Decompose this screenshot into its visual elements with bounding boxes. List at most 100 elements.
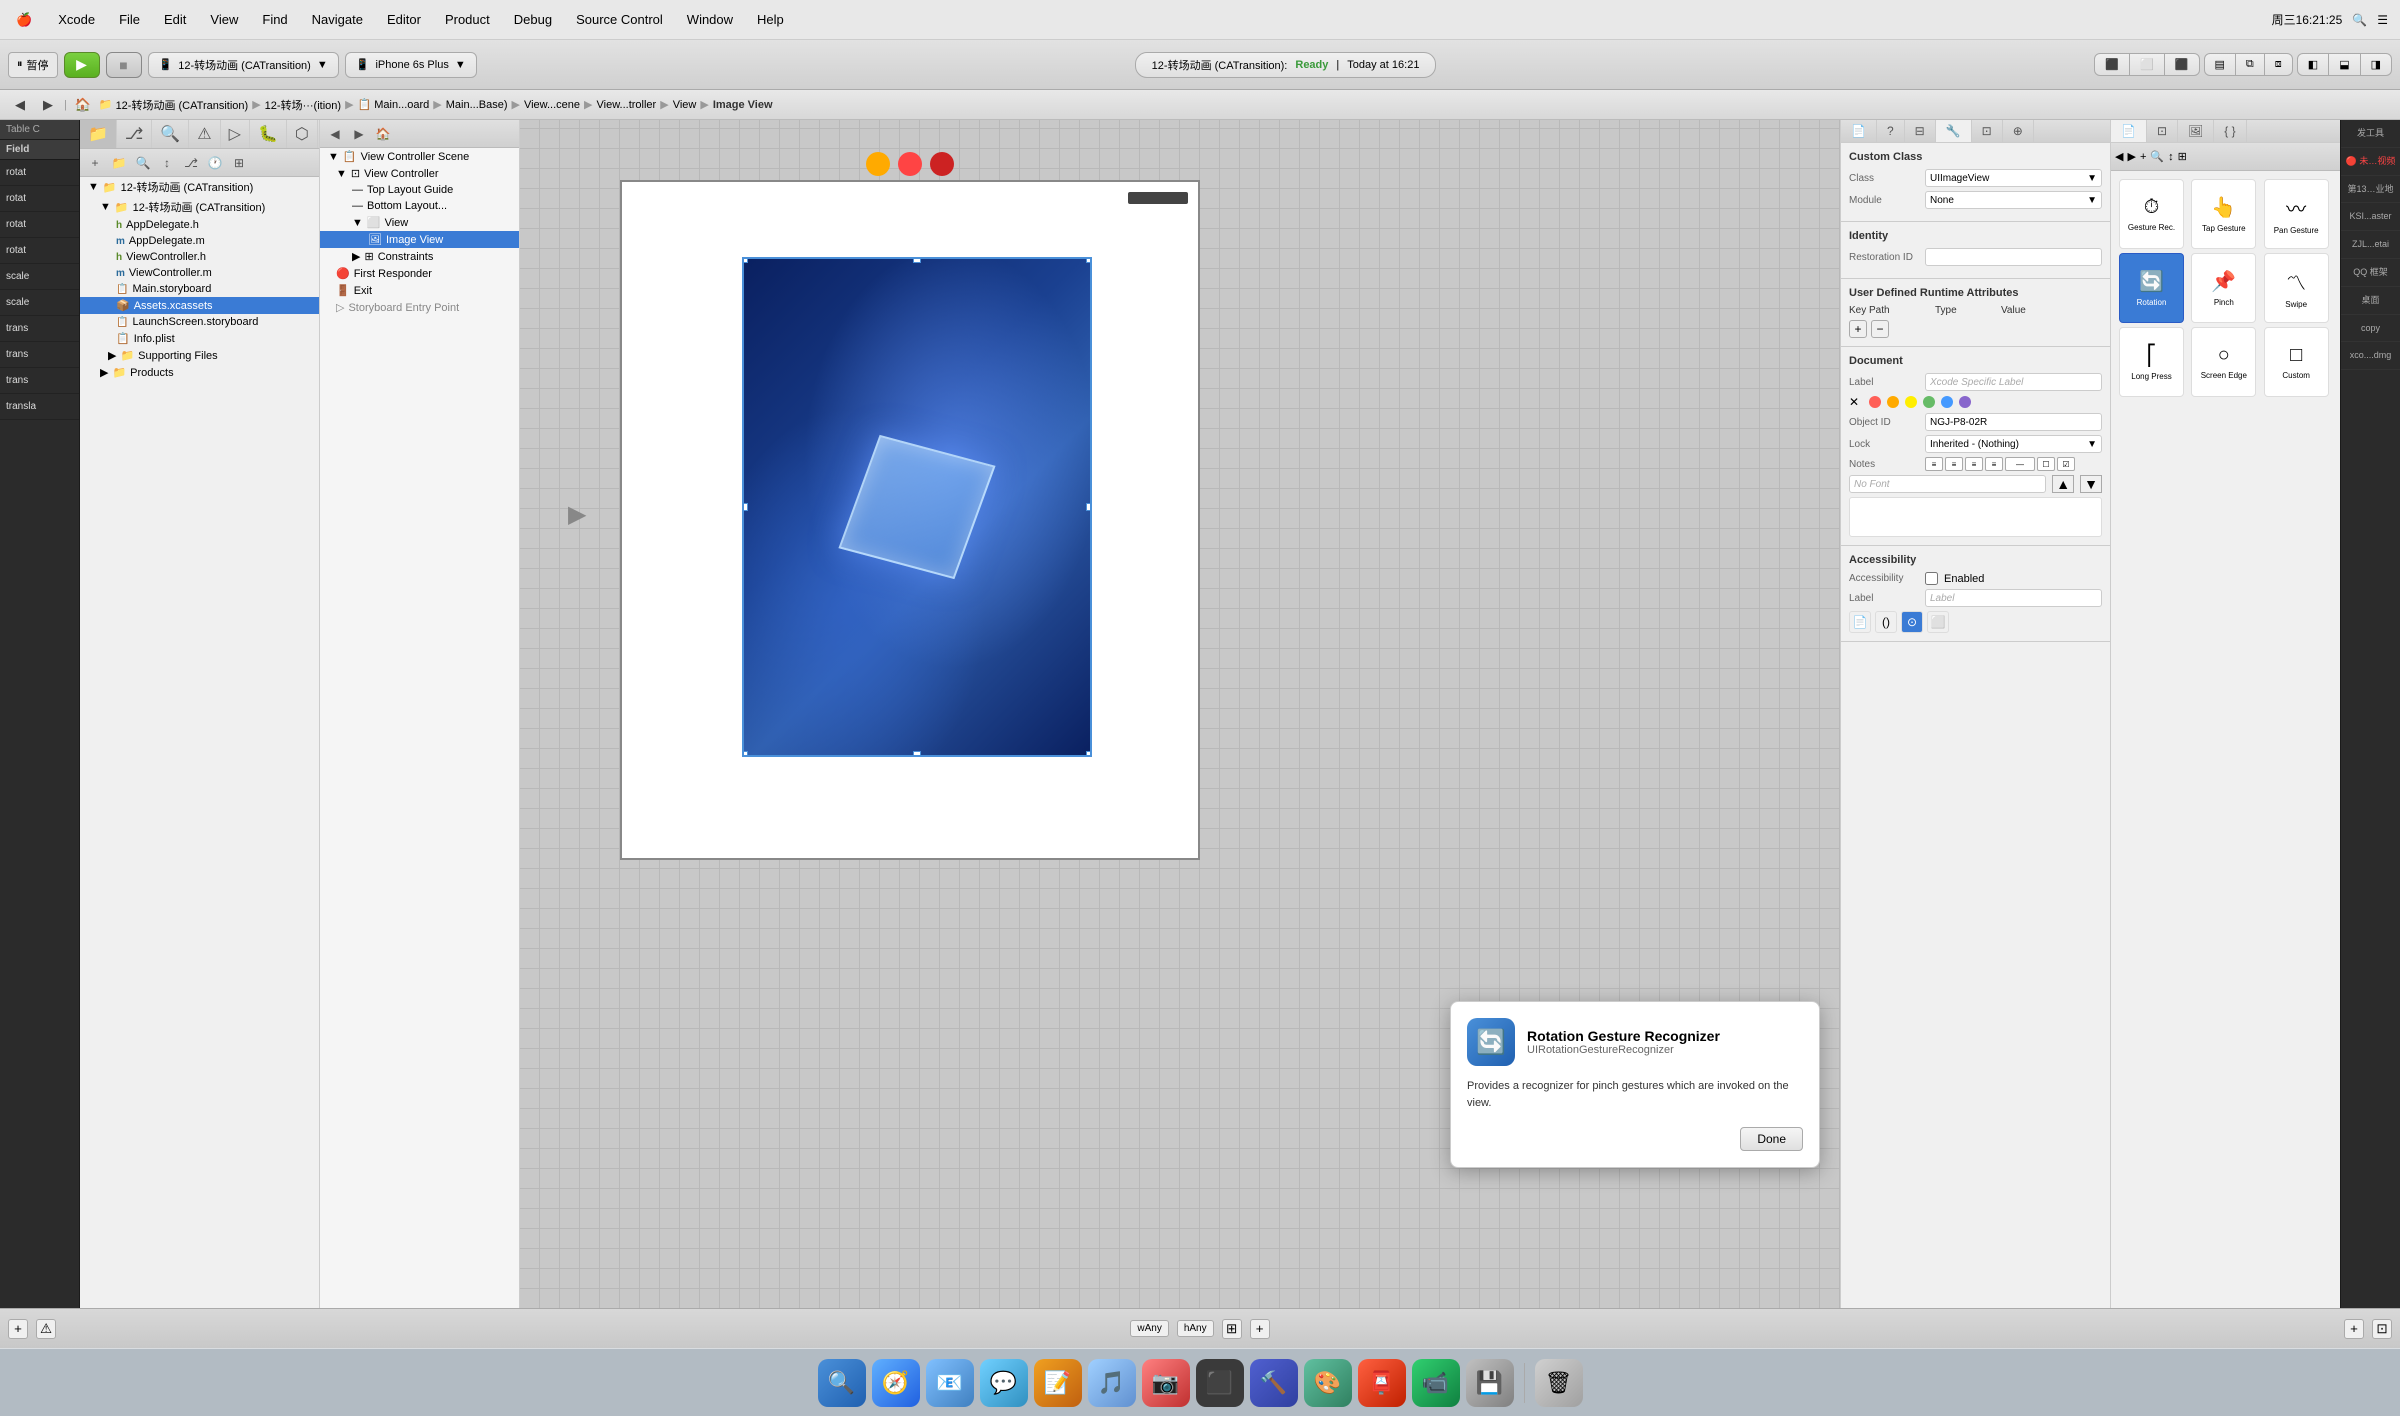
dock-facetime[interactable]: 📹 [1412,1359,1460,1407]
font-stepper-up[interactable]: ▲ [2052,475,2074,493]
file-plist[interactable]: 📋 Info.plist [80,330,319,347]
file-assets[interactable]: 📦 Assets.xcassets [80,297,319,314]
inspector-tab-quickhelp[interactable]: ? [1877,120,1905,142]
dock-mail[interactable]: 📧 [926,1359,974,1407]
hide-util-btn[interactable]: ◨ [2361,54,2391,75]
lib-item-rotation[interactable]: 🔄 Rotation [2119,253,2184,323]
nav-tab-git[interactable]: ⎇ [117,120,152,148]
lib-tab-media[interactable]: 🖼 [2178,120,2214,142]
constraints-node[interactable]: ▶ ⊞ Constraints [320,248,519,265]
bottom-layout-guide[interactable]: — Bottom Layout... [320,198,519,214]
menu-bar-list[interactable]: ☰ [2377,13,2388,27]
dock-disk[interactable]: 💾 [1466,1359,1514,1407]
dock-messages[interactable]: 💬 [980,1359,1028,1407]
dock-itunes[interactable]: 🎵 [1088,1359,1136,1407]
first-responder-node[interactable]: 🔴 First Responder [320,265,519,282]
right-item-zjl[interactable]: ZJL...etai [2341,231,2400,259]
lib-grid-btn[interactable]: ⊞ [2178,150,2187,163]
font-stepper-down[interactable]: ▼ [2080,475,2102,493]
file-main-storyboard[interactable]: 📋 Main.storyboard [80,281,319,297]
right-item-ksi[interactable]: KSI...aster [2341,203,2400,231]
view-controller-node[interactable]: ▼ ⊡ View Controller [320,165,519,182]
lock-dropdown[interactable]: Inherited - (Nothing) ▼ [1925,435,2102,453]
search-icon[interactable]: 🔍 [2352,13,2367,27]
lib-sort-btn[interactable]: ↕ [2168,151,2174,163]
add-file-button[interactable]: + [8,1319,28,1339]
view-node[interactable]: ▼ ⬜ View [320,214,519,231]
lib-nav-back[interactable]: ◀ [2115,150,2123,163]
top-layout-guide[interactable]: — Top Layout Guide [320,182,519,198]
menu-file[interactable]: File [115,10,144,29]
nav-expand-btn[interactable]: ⊞ [228,153,250,173]
color-purple[interactable] [1959,396,1971,408]
canvas-add-button[interactable]: + [2344,1319,2364,1339]
menu-source-control[interactable]: Source Control [572,10,667,29]
size-any-w[interactable]: wAny [1130,1320,1168,1337]
right-item-copy[interactable]: copy [2341,315,2400,343]
stop-button[interactable]: ■ [106,52,142,78]
show-issues-button[interactable]: ⚠ [36,1319,56,1339]
lib-item-pan[interactable]: 〰 Pan Gesture [2264,179,2329,249]
dock-notes[interactable]: 📝 [1034,1359,1082,1407]
dock-xcode[interactable]: 🔨 [1250,1359,1298,1407]
lib-add-btn[interactable]: + [2140,151,2146,163]
version-editor-btn[interactable]: ⧈ [2265,54,2292,75]
breadcrumb-8[interactable]: Image View [713,99,773,111]
menu-view[interactable]: View [206,10,242,29]
device-selector[interactable]: 📱 iPhone 6s Plus ▼ [345,52,477,78]
entry-point-node[interactable]: ▷ Storyboard Entry Point [320,299,519,316]
right-item-desk[interactable]: 桌面 [2341,287,2400,315]
left-item-1[interactable]: rotat [0,160,79,186]
file-supporting[interactable]: ▶ 📁 Supporting Files [80,347,319,364]
right-item-tools[interactable]: 发工具 [2341,120,2400,148]
dock-trash[interactable]: 🗑 [1535,1359,1583,1407]
notes-checkbox-2[interactable]: ☑ [2057,457,2075,471]
dock-safari[interactable]: 🧭 [872,1359,920,1407]
gesture-icon-1[interactable] [866,152,890,176]
notes-dash[interactable]: — [2005,457,2035,471]
inspector-tab-size[interactable]: ⊡ [1972,120,2003,142]
handle-bm[interactable] [913,751,921,757]
file-appdelegate-m[interactable]: m AppDelegate.m [80,233,319,249]
breadcrumb-2[interactable]: 12-转场···(ition) [265,97,341,113]
menu-find[interactable]: Find [258,10,291,29]
doc-label-input[interactable]: Xcode Specific Label [1925,373,2102,391]
breadcrumb-project[interactable]: 📁 12-转场动画 (CATransition) [99,97,248,113]
breadcrumb-5[interactable]: View...cene [524,99,580,111]
restoration-input[interactable] [1925,248,2102,266]
font-input[interactable]: No Font [1849,475,2046,493]
lib-item-swipe[interactable]: 〽 Swipe [2264,253,2329,323]
breadcrumb-4[interactable]: Main...Base) [446,99,508,111]
color-orange[interactable] [1887,396,1899,408]
module-dropdown[interactable]: None ▼ [1925,191,2102,209]
run-button[interactable]: ▶ [64,52,100,78]
menu-window[interactable]: Window [683,10,737,29]
add-attr-button[interactable]: + [1849,320,1867,338]
menu-navigate[interactable]: Navigate [308,10,367,29]
notes-align-right[interactable]: ≡ [1965,457,1983,471]
left-item-4[interactable]: rotat [0,238,79,264]
menu-xcode[interactable]: Xcode [54,10,99,29]
acc-icon-1[interactable]: 📄 [1849,611,1871,633]
dock-terminal[interactable]: ⬛ [1196,1359,1244,1407]
notes-text-area[interactable] [1849,497,2102,537]
show-navigator-btn[interactable]: ⬛ [2095,54,2130,75]
dock-sketch[interactable]: 🎨 [1304,1359,1352,1407]
nav-tab-debug[interactable]: 🐛 [250,120,287,148]
gesture-icon-3[interactable] [930,152,954,176]
color-yellow[interactable] [1905,396,1917,408]
image-view-canvas[interactable] [742,257,1092,757]
handle-tl[interactable] [742,257,748,263]
acc-icon-4[interactable]: ⬜ [1927,611,1949,633]
inspector-tab-attributes[interactable]: 🔧 [1936,120,1972,142]
zoom-fit-button[interactable]: ⊞ [1222,1319,1242,1339]
class-dropdown[interactable]: UIImageView ▼ [1925,169,2102,187]
dock-postman[interactable]: 📮 [1358,1359,1406,1407]
handle-mr[interactable] [1086,503,1092,511]
nav-tab-breakpoint[interactable]: ⬡ [287,120,318,148]
nav-scm-btn[interactable]: ⎇ [180,153,202,173]
nav-recent-btn[interactable]: 🕐 [204,153,226,173]
lib-item-gesture[interactable]: ⏱ Gesture Rec. [2119,179,2184,249]
canvas-background[interactable]: ▶ 🔄 Rotation Gesture Recognizer UIRotati… [520,120,1840,1308]
project-root[interactable]: ▼ 📁 12-转场动画 (CATransition) [80,177,319,197]
